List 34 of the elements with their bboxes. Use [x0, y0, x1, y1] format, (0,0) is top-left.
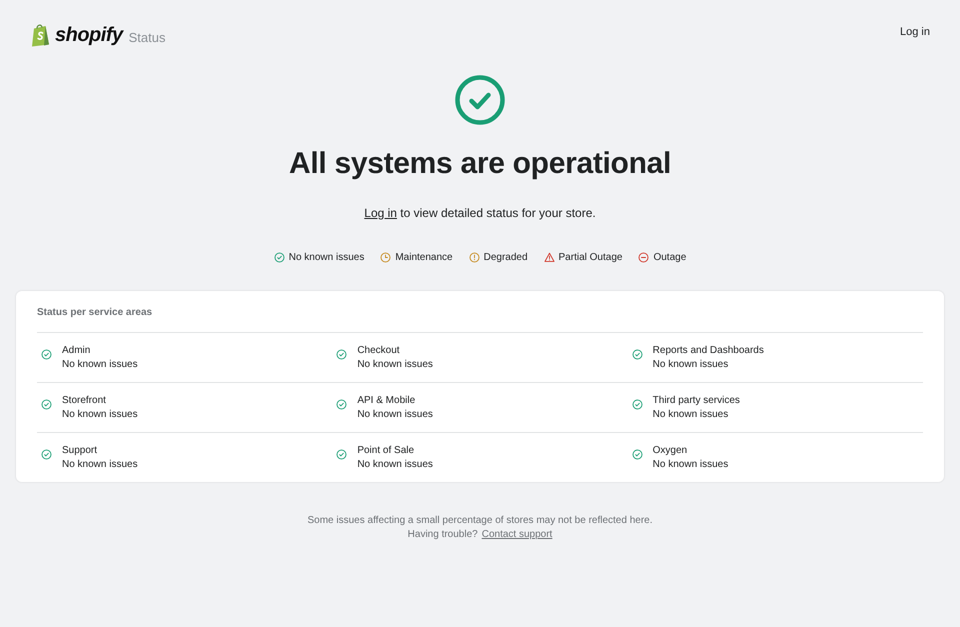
service-status: No known issues	[652, 358, 730, 372]
login-prompt: Log in to view detailed status for your store.	[363, 205, 597, 222]
legend-label: Maintenance	[395, 251, 453, 265]
service-name: Oxygen	[652, 444, 688, 458]
service-name: Storefront	[62, 394, 107, 408]
legend-label: Outage	[653, 251, 686, 265]
service-name: Checkout	[357, 344, 401, 358]
help-question: Having trouble?	[408, 528, 478, 542]
logo-wordmark: shopify	[55, 23, 123, 48]
service-name: Support	[62, 444, 98, 458]
service-status: No known issues	[62, 458, 138, 472]
service-status: No known issues	[357, 408, 433, 422]
service-status: No known issues	[357, 458, 433, 472]
service-name: Point of Sale	[357, 444, 416, 458]
service-status: No known issues	[652, 408, 730, 422]
contact-support-link[interactable]: Contact support	[482, 528, 552, 542]
service-name: Third party services	[652, 394, 740, 408]
disclaimer-text: Some issues affecting a small percentage of stores may not be reflected here.	[308, 514, 652, 528]
service-name: API & Mobile	[357, 394, 416, 408]
service-status: No known issues	[62, 408, 138, 422]
service-status: No known issues	[62, 358, 138, 372]
service-name: Reports and Dashboards	[652, 344, 764, 358]
legend-label: Partial Outage	[558, 251, 622, 265]
service-name: Admin	[62, 344, 92, 358]
legend-label: Degraded	[484, 251, 528, 265]
service-status: No known issues	[357, 358, 433, 372]
login-link[interactable]: Log in	[364, 206, 397, 220]
status-heading: All systems are operational	[288, 146, 672, 182]
shopping-bag-icon	[31, 23, 51, 47]
legend-label: No known issues	[288, 251, 364, 265]
login-link[interactable]: Log in	[900, 24, 930, 40]
logo-subtitle: Status	[128, 29, 166, 48]
card-title: Status per service areas	[37, 305, 923, 333]
service-status: No known issues	[652, 458, 728, 472]
